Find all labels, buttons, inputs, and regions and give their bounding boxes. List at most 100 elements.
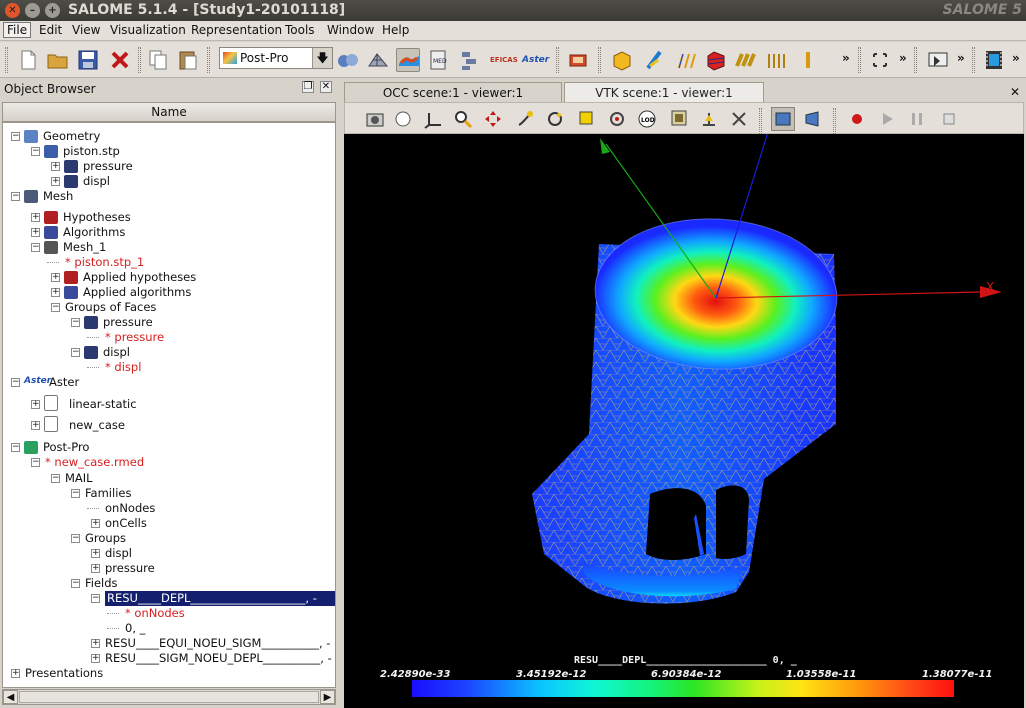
tree-item[interactable]: Fields [85,576,118,591]
scrollbar-thumb[interactable] [19,691,319,703]
paste-icon[interactable] [176,48,200,72]
tree-item[interactable]: Mesh_1 [63,240,106,255]
global-pan-icon[interactable] [515,109,535,129]
collapse-icon[interactable]: − [71,489,80,498]
fit-all-icon[interactable] [577,109,597,129]
tree-item[interactable]: MAIL [65,471,93,486]
tree-item[interactable]: linear-static [69,397,137,412]
expand-icon[interactable]: + [51,288,60,297]
tree-item[interactable]: Post-Pro [43,440,89,455]
tab-occ-viewer[interactable]: OCC scene:1 - viewer:1 [344,82,562,102]
dump-view-icon[interactable] [926,48,950,72]
aster-module-icon[interactable]: Aster [522,48,549,72]
eficas-module-icon[interactable]: EFICAS [490,48,518,72]
maximize-window-icon[interactable]: + [45,3,60,18]
tree-item[interactable]: Mesh [43,189,73,204]
create-vectors-icon[interactable] [674,48,698,72]
yacs-module-icon[interactable] [458,48,482,72]
create-deformed-shape-icon[interactable] [642,48,666,72]
menu-help[interactable]: Help [382,23,409,37]
graduated-axes-icon[interactable] [729,109,749,129]
mesh-module-icon[interactable] [366,48,390,72]
horizontal-scrollbar[interactable]: ◀ ▶ [2,689,336,705]
expand-icon[interactable]: + [91,564,100,573]
tree-item[interactable]: Groups of Faces [65,300,156,315]
column-header-name[interactable]: Name [2,102,336,122]
stop-icon[interactable] [939,109,959,129]
collapse-icon[interactable]: − [51,303,60,312]
tree-item[interactable]: piston.stp [63,144,120,159]
tree-item-selected[interactable]: RESU____DEPL____________________, - [105,591,335,606]
tree-item[interactable]: Applied hypotheses [83,270,196,285]
tree-item[interactable]: Hypotheses [63,210,131,225]
toolbar-grip[interactable] [759,108,762,134]
create-cut-planes-icon[interactable] [734,48,758,72]
collapse-icon[interactable]: − [31,458,40,467]
expand-icon[interactable]: + [51,162,60,171]
postpro-module-icon[interactable] [396,48,420,72]
object-tree[interactable]: − Geometry − piston.stp + pressure + displ − Mesh… [2,122,336,688]
tree-item[interactable]: Aster [49,375,79,390]
pause-icon[interactable] [907,109,927,129]
close-window-icon[interactable]: ✕ [5,3,20,18]
toolbar-more-button[interactable]: » [1012,51,1020,65]
menu-window[interactable]: Window [327,23,374,37]
collapse-icon[interactable]: − [71,318,80,327]
save-icon[interactable] [76,48,100,72]
toolbar-grip[interactable] [914,47,917,73]
collapse-icon[interactable]: − [71,579,80,588]
collapse-icon[interactable]: − [31,243,40,252]
tab-vtk-viewer[interactable]: VTK scene:1 - viewer:1 [564,82,764,102]
trihedron-icon[interactable] [423,109,443,129]
tree-item[interactable]: Geometry [43,129,100,144]
expand-icon[interactable]: + [91,519,100,528]
med-module-icon[interactable]: MED [426,48,450,72]
expand-icon[interactable]: + [31,213,40,222]
rotation-point-icon[interactable] [607,109,627,129]
collapse-icon[interactable]: − [11,132,20,141]
expand-icon[interactable]: + [91,549,100,558]
menu-representation[interactable]: Representation [191,23,282,37]
geometry-module-icon[interactable] [336,48,360,72]
float-panel-icon[interactable]: ❐ [302,81,314,93]
toolbar-grip[interactable] [858,47,861,73]
expand-icon[interactable]: + [31,228,40,237]
tree-item[interactable]: * pressure [105,330,164,345]
tree-item[interactable]: displ [83,174,110,189]
toolbar-more-button[interactable]: » [899,51,907,65]
create-iso-surfaces-icon[interactable] [704,48,728,72]
tree-item[interactable]: RESU____EQUI_NOEU_SIGM__________, - [105,636,330,651]
collapse-icon[interactable]: − [71,348,80,357]
new-document-icon[interactable] [16,48,40,72]
expand-icon[interactable]: + [31,421,40,430]
menu-file[interactable]: File [3,22,32,38]
tree-item[interactable]: Families [85,486,131,501]
rotate-icon[interactable] [545,109,565,129]
scroll-right-icon[interactable]: ▶ [320,690,335,704]
record-icon[interactable] [847,109,867,129]
tree-item[interactable]: Algorithms [63,225,125,240]
tree-item[interactable]: * onNodes [125,606,185,621]
pan-icon[interactable] [483,109,503,129]
tree-item[interactable]: onCells [105,516,147,531]
tree-item[interactable]: * displ [105,360,141,375]
tree-item[interactable]: onNodes [105,501,155,516]
tree-item[interactable]: Groups [85,531,126,546]
tree-item[interactable]: Presentations [25,666,103,681]
menu-tools[interactable]: Tools [285,23,315,37]
show-trihedron-icon[interactable] [393,109,413,129]
open-folder-icon[interactable] [46,48,70,72]
parallel-mode-icon[interactable] [771,107,795,131]
toolbar-grip[interactable] [556,47,559,73]
tree-item[interactable]: RESU____SIGM_NOEU_DEPL__________, - [105,651,332,666]
menu-visualization[interactable]: Visualization [110,23,186,37]
expand-icon[interactable]: + [51,177,60,186]
expand-icon[interactable]: + [11,669,20,678]
play-icon[interactable] [877,109,897,129]
dump-view-icon[interactable] [365,109,385,129]
expand-icon[interactable]: + [31,400,40,409]
tree-item[interactable]: displ [105,546,132,561]
collapse-icon[interactable]: − [91,594,100,603]
close-study-icon[interactable] [108,48,132,72]
minimize-window-icon[interactable]: – [25,3,40,18]
